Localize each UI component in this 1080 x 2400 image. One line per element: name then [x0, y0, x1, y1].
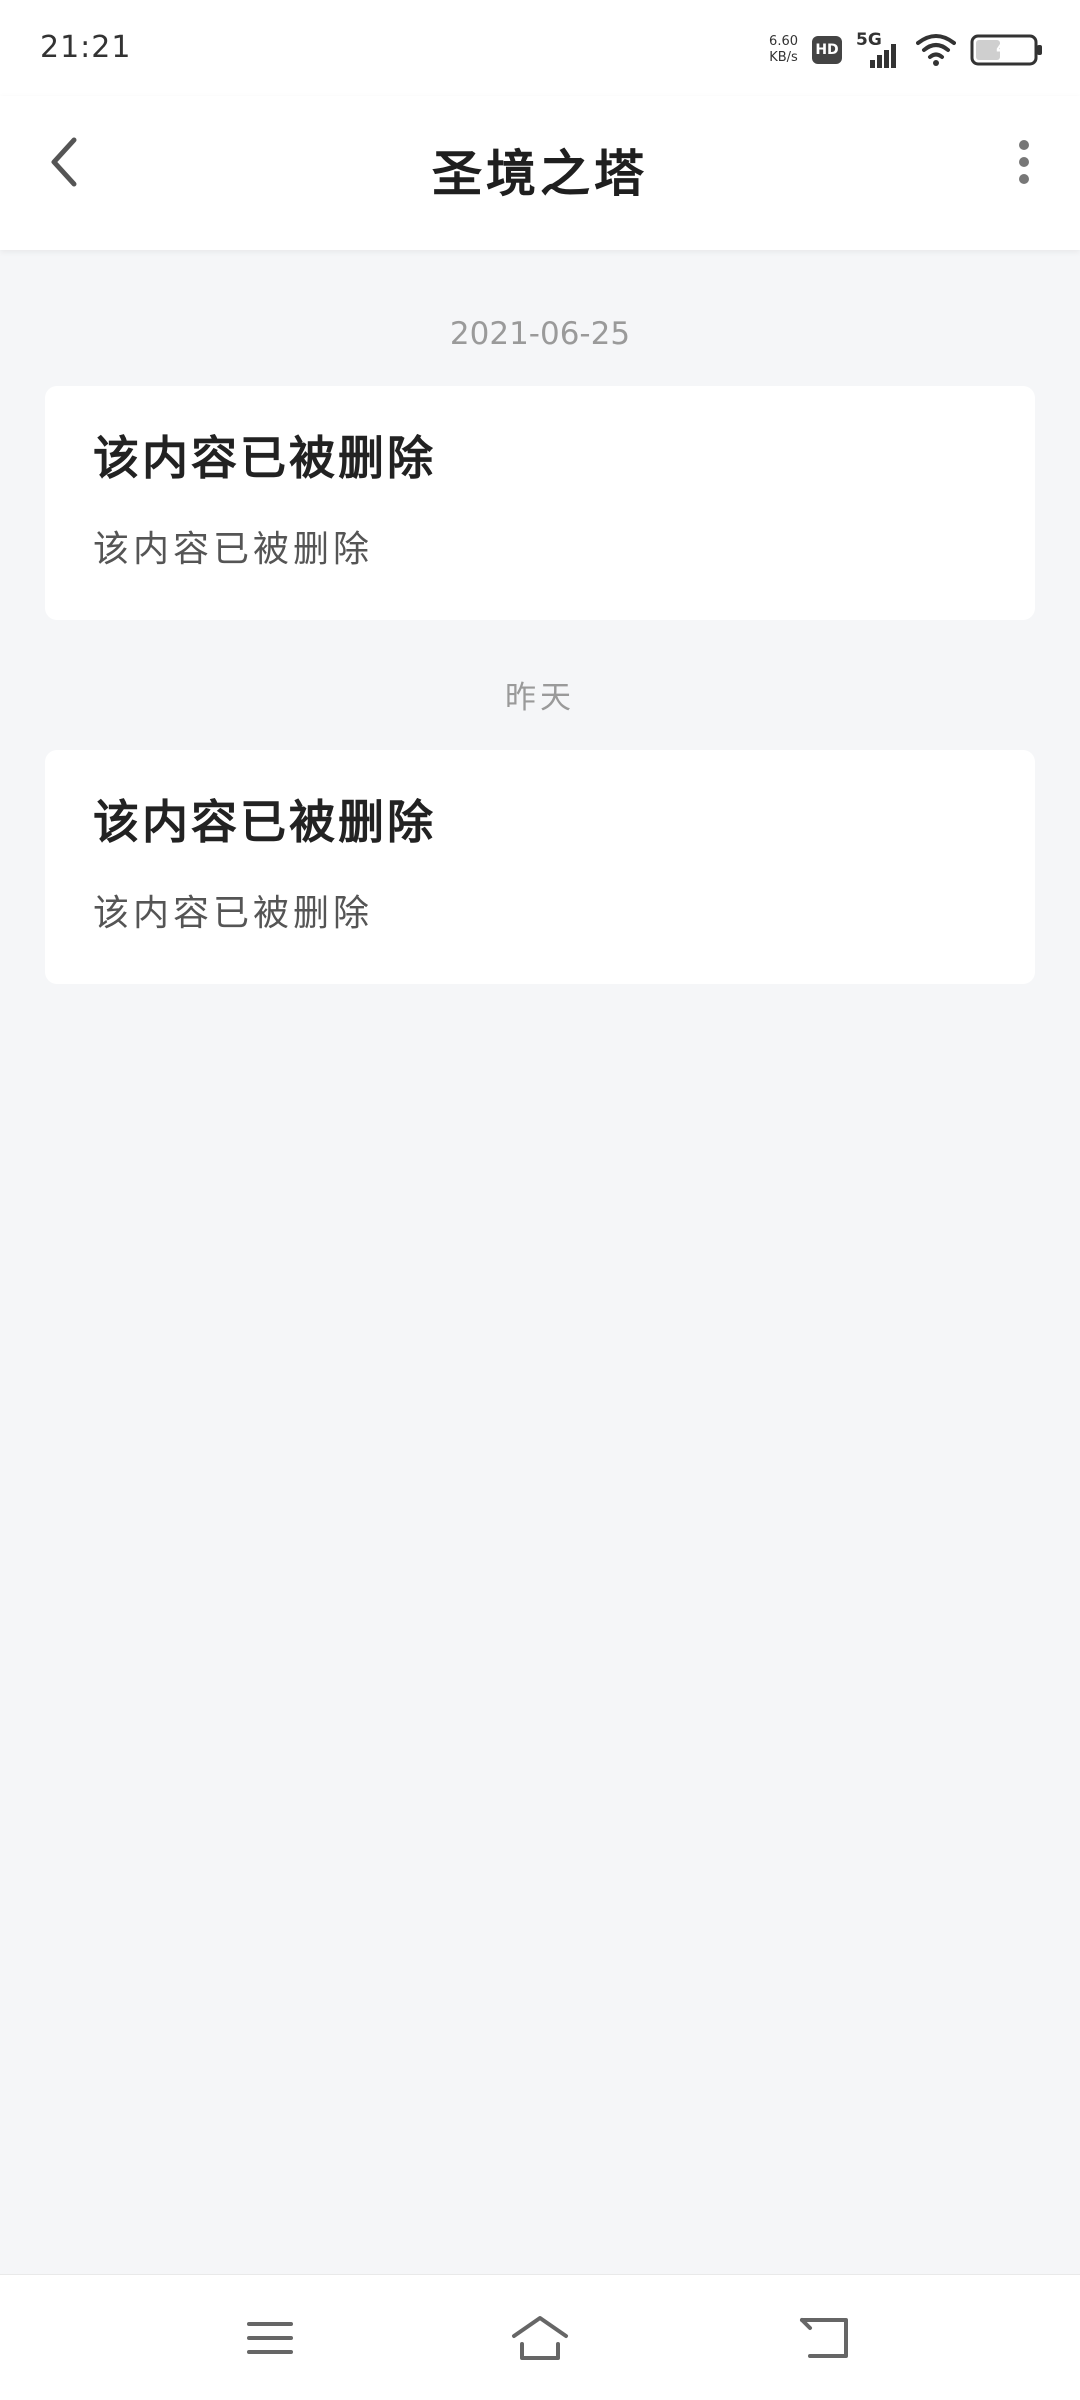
app-header: 圣境之塔 — [0, 96, 1080, 250]
more-options-button[interactable] — [994, 132, 1054, 192]
page-title: 圣境之塔 — [432, 144, 648, 203]
nav-back-button[interactable] — [785, 2303, 865, 2373]
signal-icon: 5G — [856, 30, 902, 70]
date-label: 昨天 — [505, 680, 575, 716]
menu-icon — [247, 2322, 293, 2354]
wifi-icon — [916, 34, 956, 66]
network-speed-value: 6.60 — [769, 34, 798, 49]
battery-icon: 4 — [970, 34, 1044, 66]
nav-menu-button[interactable] — [230, 2303, 310, 2373]
system-navigation-bar — [0, 2274, 1080, 2400]
message-title: 该内容已被删除 — [93, 431, 436, 485]
more-vertical-icon — [1019, 140, 1029, 184]
message-body: 该内容已被删除 — [93, 893, 374, 934]
network-speed: 6.60 KB/s — [769, 34, 798, 66]
date-label: 2021-06-25 — [449, 316, 631, 352]
hd-icon: HD — [812, 36, 842, 64]
battery-level: 4 — [996, 38, 1009, 59]
status-icons: 6.60 KB/s HD 5G 4 — [769, 28, 1044, 72]
message-title: 该内容已被删除 — [93, 795, 436, 849]
app-root: 21:21 6.60 KB/s HD 5G 4 圣境之塔 2021-06-25 … — [0, 0, 1080, 2400]
network-speed-unit: KB/s — [769, 50, 798, 65]
status-time: 21:21 — [40, 30, 132, 65]
message-card[interactable]: 该内容已被删除 该内容已被删除 — [45, 386, 1035, 620]
home-icon — [512, 2316, 568, 2360]
message-body: 该内容已被删除 — [93, 529, 374, 570]
nav-home-button[interactable] — [500, 2303, 580, 2373]
status-bar: 21:21 6.60 KB/s HD 5G 4 — [0, 0, 1080, 96]
message-card[interactable]: 该内容已被删除 该内容已被删除 — [45, 750, 1035, 984]
back-icon — [800, 2318, 848, 2358]
message-list: 2021-06-25 该内容已被删除 该内容已被删除 昨天 该内容已被删除 该内… — [0, 250, 1080, 984]
